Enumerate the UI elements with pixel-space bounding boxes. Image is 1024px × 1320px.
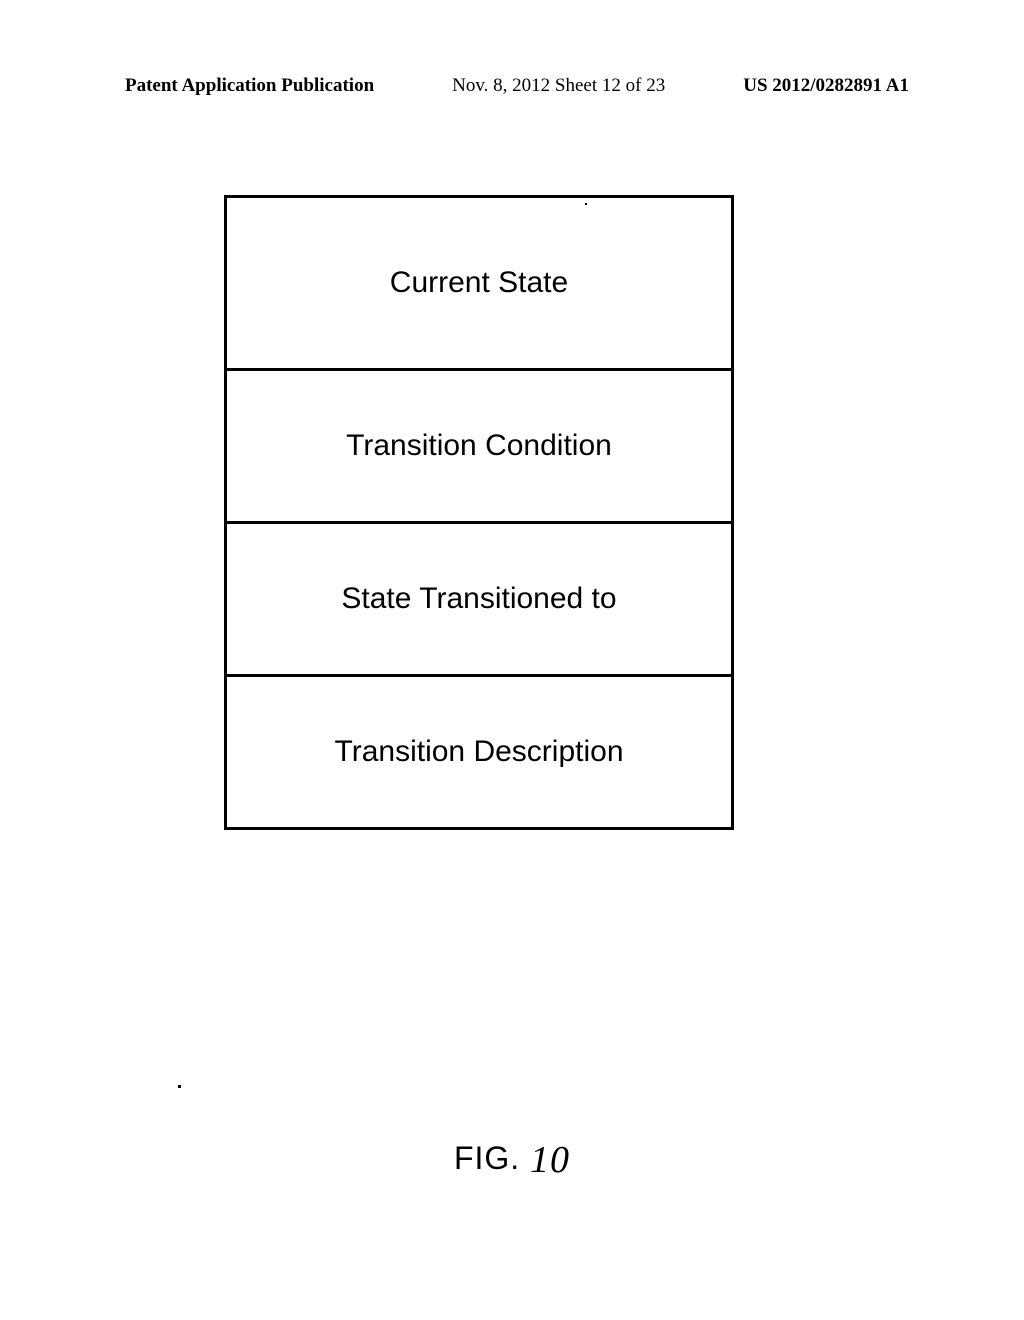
figure-prefix: FIG.	[454, 1140, 520, 1176]
artifact-speck	[585, 203, 587, 205]
artifact-speck	[178, 1085, 181, 1088]
publication-label: Patent Application Publication	[125, 75, 374, 97]
diagram-cell-transition-condition: Transition Condition	[224, 368, 734, 524]
diagram-cell-current-state: Current State	[224, 195, 734, 371]
figure-number: 10	[530, 1139, 570, 1181]
diagram-cell-transition-description: Transition Description	[224, 674, 734, 830]
state-diagram: Current State Transition Condition State…	[224, 195, 734, 827]
patent-number-label: US 2012/0282891 A1	[743, 75, 909, 97]
figure-caption: FIG. 10	[0, 1135, 1024, 1179]
diagram-cell-state-transitioned-to: State Transitioned to	[224, 521, 734, 677]
page-header: Patent Application Publication Nov. 8, 2…	[0, 75, 1024, 97]
date-sheet-label: Nov. 8, 2012 Sheet 12 of 23	[452, 75, 665, 97]
